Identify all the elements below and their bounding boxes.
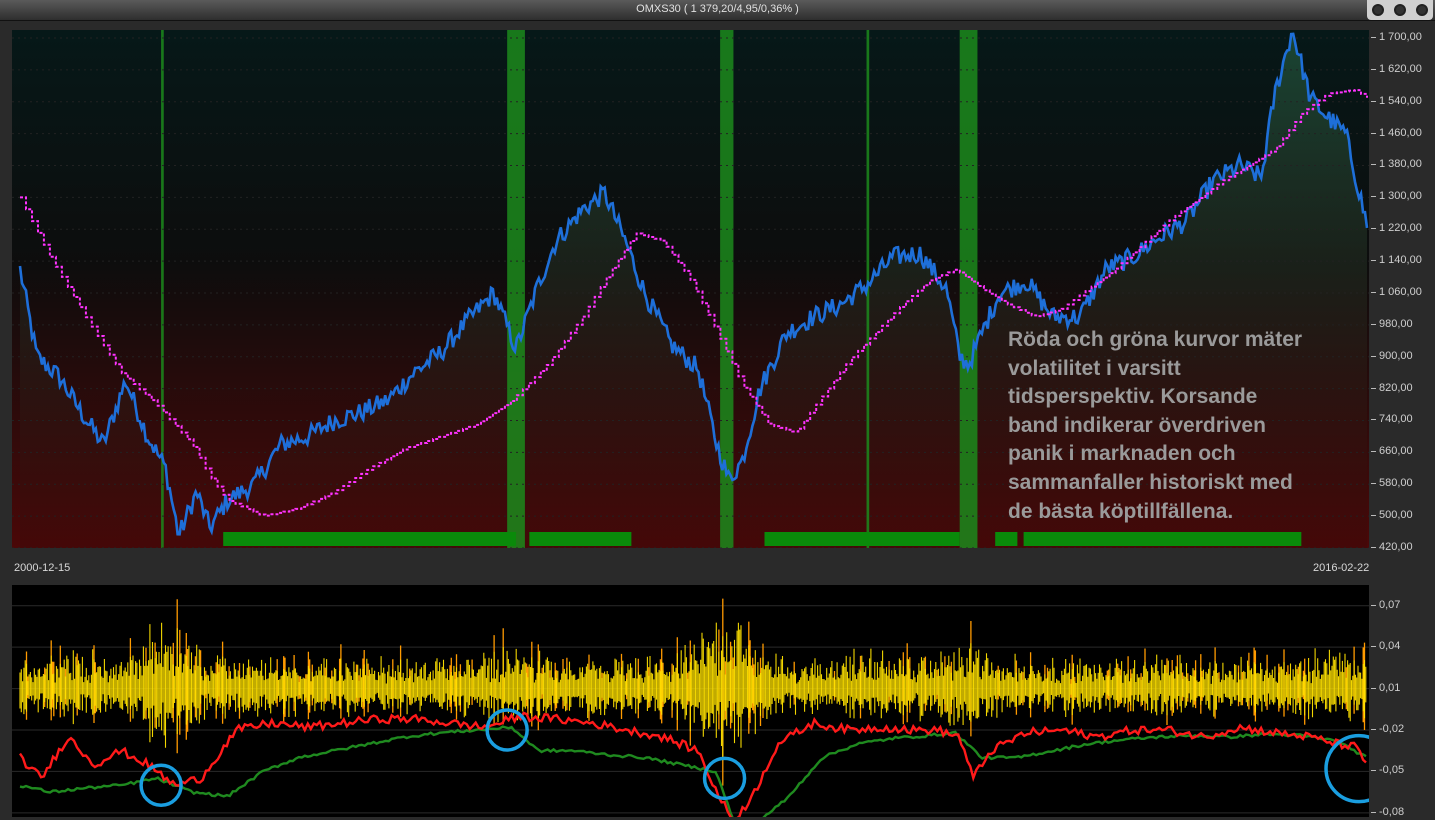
x-axis-start-date: 2000-12-15 [14, 562, 71, 574]
signal-band [507, 30, 525, 548]
y-tick-label: -0,08 [1370, 805, 1405, 818]
annotation-line: sammanfaller historiskt med [1008, 470, 1293, 494]
y-tick-label: 1 540,00 [1371, 94, 1422, 107]
signal-band [161, 30, 164, 548]
volatility-y-axis: 0,07 0,04 0,01 -0,02 -0,05 -0,08 [1369, 585, 1435, 818]
y-tick-label: 0,04 [1370, 640, 1401, 653]
signal-band [959, 30, 978, 548]
y-tick-label: 1 620,00 [1371, 62, 1422, 75]
annotation-line: Röda och gröna kurvor mäter [1008, 328, 1303, 351]
annotation-line: panik i marknaden och [1008, 442, 1236, 466]
annotation-line: de bästa köptillfällena. [1008, 499, 1234, 523]
y-tick-label: 1 460,00 [1371, 126, 1422, 139]
y-tick-label: 580,00 [1371, 477, 1413, 490]
y-tick-label: 1 380,00 [1371, 158, 1422, 171]
y-tick-label: 1 700,00 [1371, 30, 1422, 43]
y-tick-label: 0,07 [1370, 598, 1401, 611]
y-tick-label: 820,00 [1371, 381, 1413, 394]
y-tick-label: 900,00 [1371, 349, 1413, 362]
y-tick-label: 740,00 [1371, 413, 1413, 426]
y-tick-label: 1 220,00 [1371, 222, 1422, 235]
annotation-text: Röda och gröna kurvor mäter volatilitet … [1008, 326, 1368, 526]
y-tick-label: -0,05 [1370, 764, 1405, 777]
minimize-button[interactable] [1372, 4, 1384, 16]
volatility-chart-panel[interactable] [12, 585, 1369, 817]
y-tick-label: 660,00 [1371, 445, 1413, 458]
volatility-chart [12, 585, 1369, 817]
y-tick-label: 1 300,00 [1371, 190, 1422, 203]
y-tick-label: 980,00 [1371, 317, 1413, 330]
y-tick-label: 1 060,00 [1371, 285, 1422, 298]
y-tick-label: 420,00 [1371, 541, 1413, 553]
window-title: OMXS30 ( 1 379,20/4,95/0,36% ) [636, 3, 799, 15]
maximize-button[interactable] [1394, 4, 1406, 16]
buy-signal-bar [764, 532, 960, 546]
y-tick-label: 500,00 [1371, 509, 1413, 522]
buy-signal-bar [995, 532, 1018, 546]
y-tick-label: 1 140,00 [1371, 254, 1422, 267]
annotation-line: tidsperspektiv. Korsande [1008, 385, 1258, 409]
close-button[interactable] [1416, 4, 1428, 16]
buy-signal-bar [223, 532, 517, 546]
annotation-line: volatilitet i varsitt [1008, 356, 1181, 380]
x-axis-end-date: 2016-02-22 [1313, 562, 1370, 574]
y-tick-label: 0,01 [1370, 681, 1401, 694]
buy-signal-bar [529, 532, 632, 546]
price-y-axis: 1 700,00 1 620,00 1 540,00 1 460,00 1 380,00… [1369, 30, 1435, 553]
y-tick-label: -0,02 [1370, 723, 1405, 735]
window-controls [1367, 0, 1433, 20]
window-titlebar: OMXS30 ( 1 379,20/4,95/0,36% ) [0, 0, 1435, 21]
buy-signal-bar [1023, 532, 1302, 546]
annotation-line: band indikerar överdriven [1008, 413, 1266, 437]
